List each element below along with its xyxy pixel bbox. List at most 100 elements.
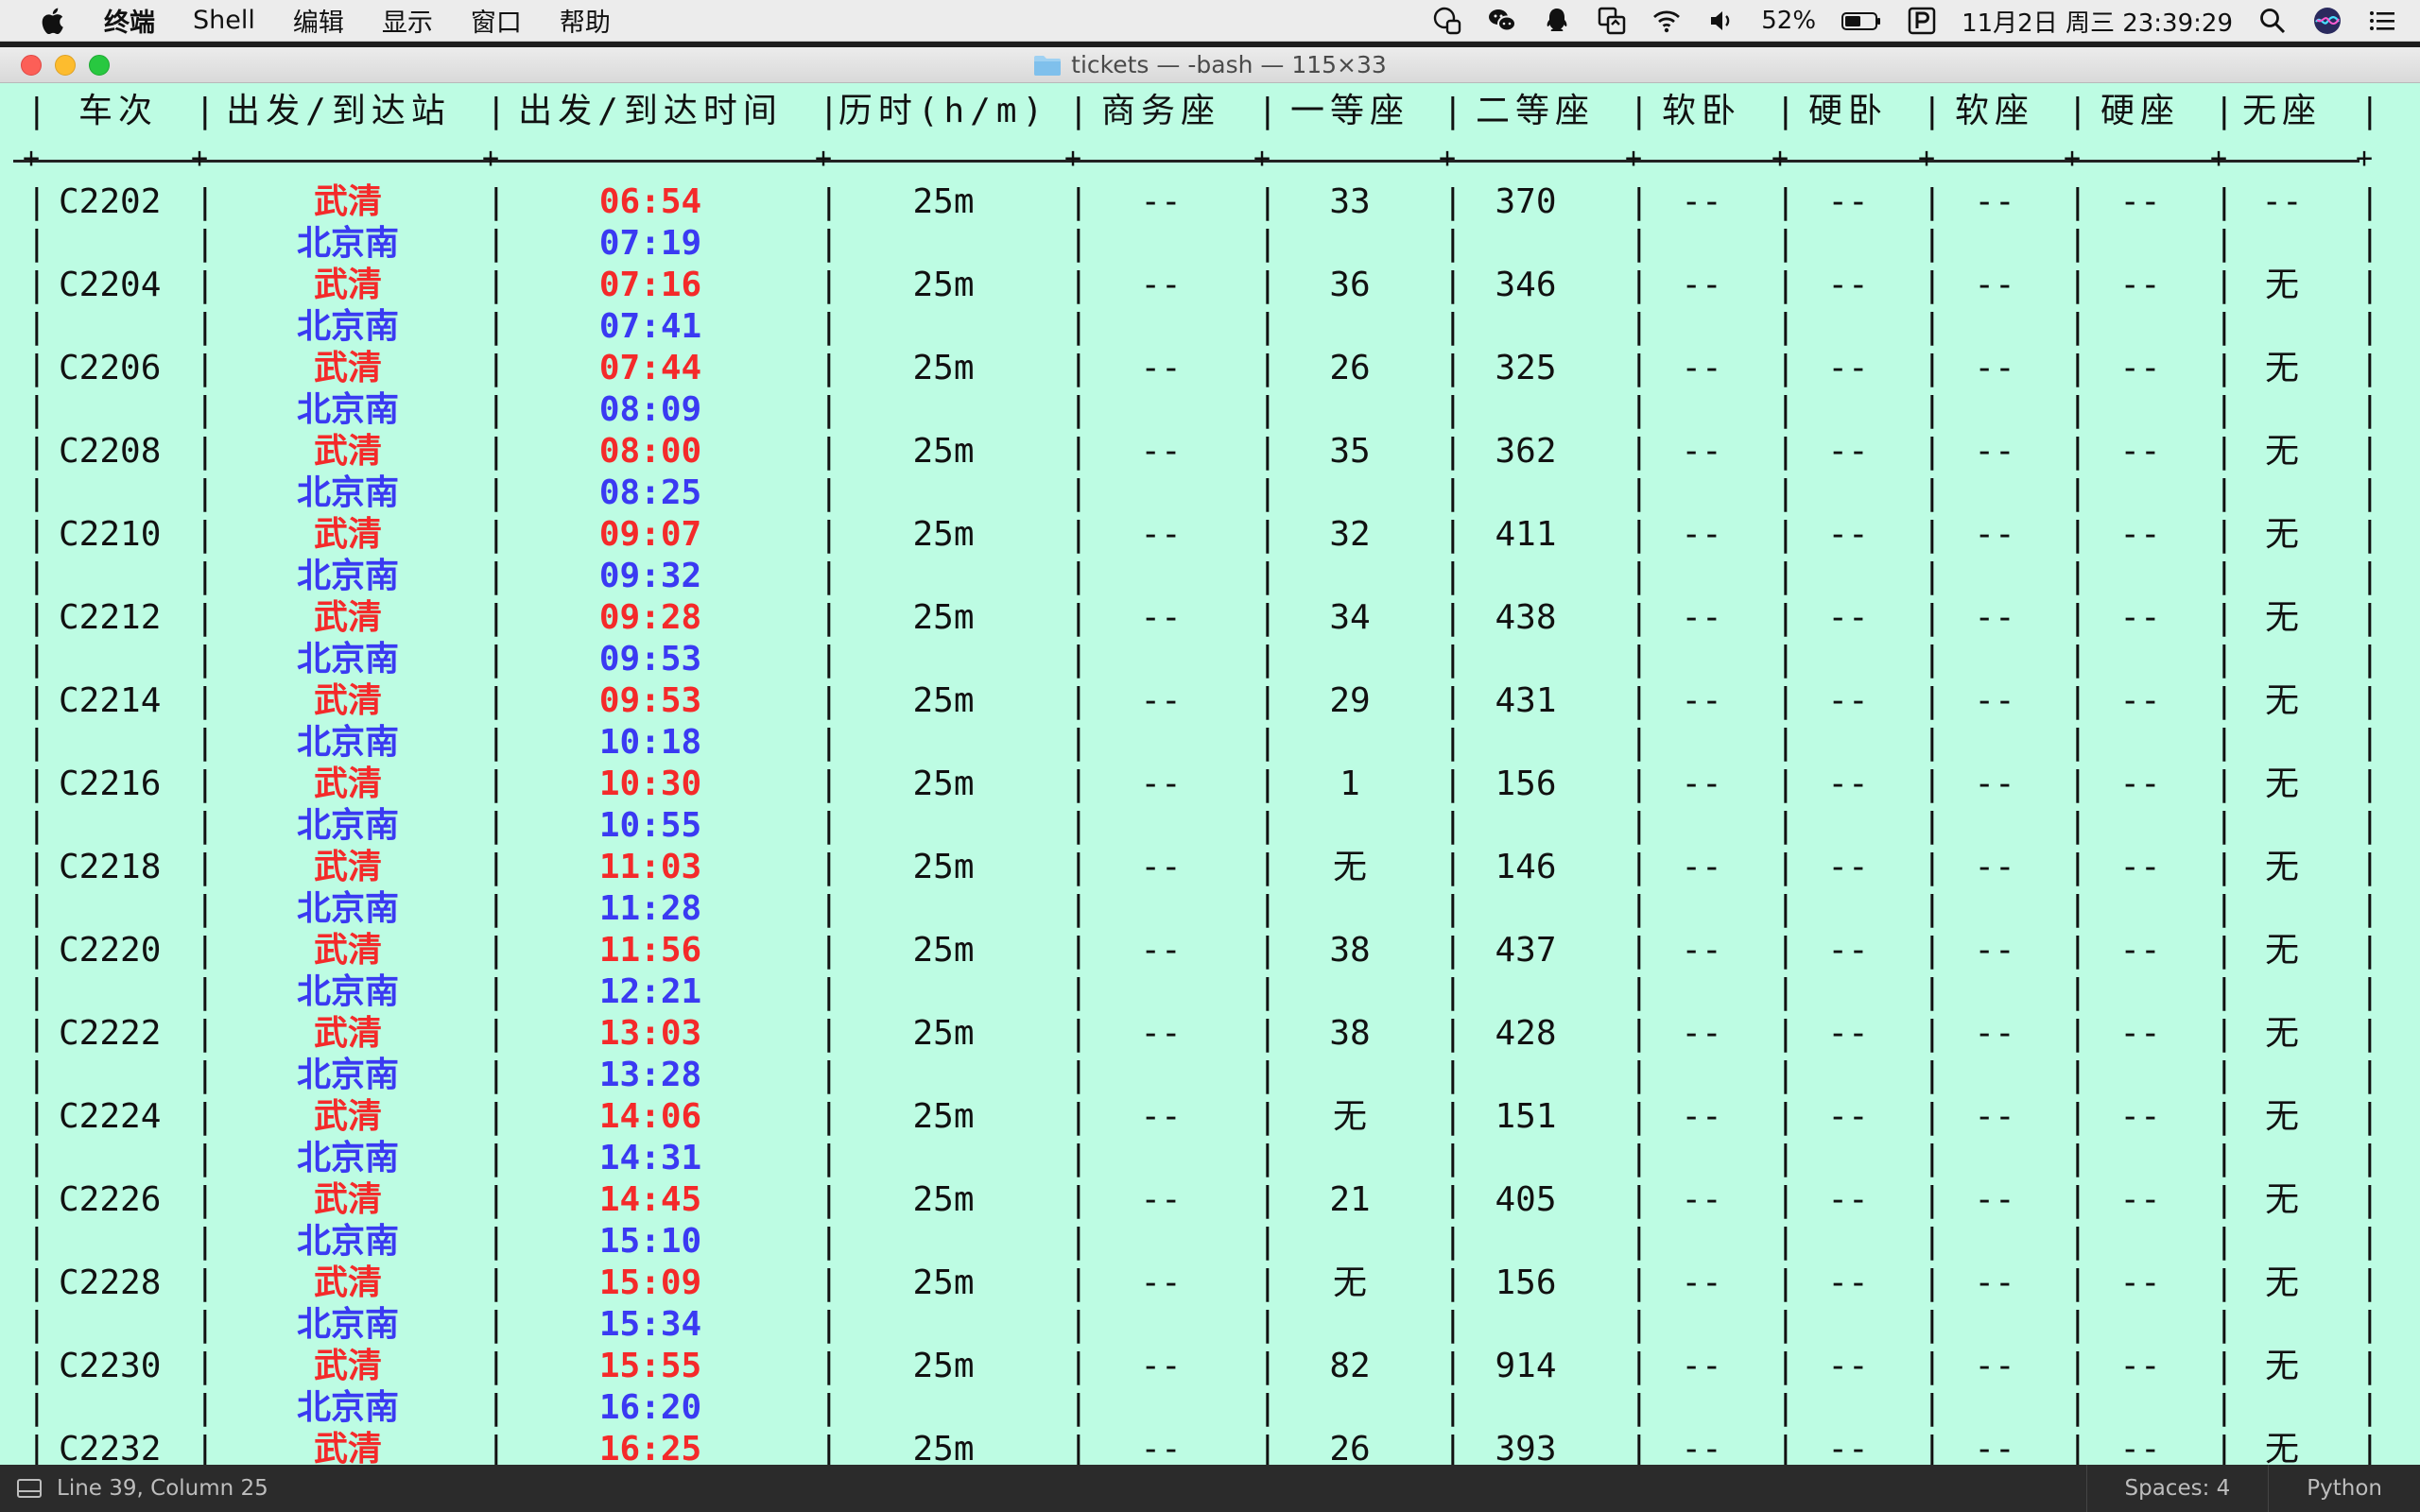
column-separator: | (1922, 681, 1943, 720)
column-separator: | (2214, 848, 2235, 886)
soft-sleeper-cell: -- (1681, 182, 1722, 221)
volume-icon[interactable] (1706, 6, 1737, 36)
column-separator: | (2067, 92, 2088, 130)
column-separator: | (2067, 1014, 2088, 1053)
table-row-arrival[interactable]: | | | | | | | | | | | | | 北京南 15:10 (0, 1221, 2420, 1263)
table-row-arrival[interactable]: | | | | | | | | | | | | | 北京南 15:34 (0, 1304, 2420, 1346)
table-row[interactable]: | | | | | | | | | | | | | C2206 武清 07:44 25m -- 26 325 -- -- -… (0, 348, 2420, 389)
menu-help[interactable]: 帮助 (560, 2, 611, 39)
table-row[interactable]: | | | | | | | | | | | | | C2210 武清 09:07 25m -- 32 411 -- -- -… (0, 514, 2420, 556)
table-row[interactable]: | | | | | | | | | | | | | C2208 武清 08:00 25m -- 35 362 -- -- -… (0, 431, 2420, 472)
column-separator: | (195, 848, 216, 886)
table-row-arrival[interactable]: | | | | | | | | | | | | | 北京南 08:09 (0, 389, 2420, 431)
soft-seat-cell: -- (1974, 931, 2015, 970)
table-row-arrival[interactable]: | | | | | | | | | | | | | 北京南 16:20 (0, 1387, 2420, 1429)
screen-share-icon[interactable] (1597, 6, 1627, 36)
column-separator: | (1257, 889, 1278, 928)
column-separator: | (26, 390, 47, 429)
minimize-button[interactable] (55, 55, 76, 76)
syntax-selector[interactable]: Python (2268, 1465, 2420, 1512)
table-row[interactable]: | | | | | | | | | | | | | C2224 武清 14:06 25m -- 无 151 -- -- --… (0, 1096, 2420, 1138)
table-row[interactable]: | | | | | | | | | | | | | C2220 武清 11:56 25m -- 38 437 -- -- -… (0, 930, 2420, 971)
menu-edit[interactable]: 编辑 (293, 2, 344, 39)
panel-toggle-icon[interactable] (17, 1479, 42, 1498)
terminal-output[interactable]: | | | | | | | | | | | | | 车次 出发/到达站 出发/到达时间 历时(h/m) 商务座 一等… (0, 83, 2420, 1512)
column-separator: | (1443, 806, 1463, 845)
header-station: 出发/到达站 (226, 92, 451, 130)
table-row-arrival[interactable]: | | | | | | | | | | | | | 北京南 11:28 (0, 888, 2420, 930)
menu-window[interactable]: 窗口 (471, 2, 522, 39)
duration-cell: 25m (912, 432, 975, 471)
column-separator: | (486, 266, 507, 304)
column-separator: | (195, 224, 216, 263)
column-separator: | (1922, 349, 1943, 387)
column-separator: | (1775, 1222, 1796, 1261)
table-row-arrival[interactable]: | | | | | | | | | | | | | 北京南 09:32 (0, 556, 2420, 597)
column-separator: | (2214, 557, 2235, 595)
column-separator: | (1922, 432, 1943, 471)
column-separator: | (1629, 1222, 1650, 1261)
table-row-arrival[interactable]: | | | | | | | | | | | | | 北京南 10:55 (0, 805, 2420, 847)
close-button[interactable] (21, 55, 42, 76)
soft-sleeper-cell: -- (1681, 848, 1722, 886)
menu-shell[interactable]: Shell (193, 6, 255, 35)
maximize-button[interactable] (89, 55, 110, 76)
column-separator: | (26, 307, 47, 346)
column-separator: | (26, 224, 47, 263)
time-cell: 14:45 (598, 1180, 702, 1219)
datetime[interactable]: 11月2日 周三 23:39:29 (1962, 4, 2233, 39)
table-row[interactable]: | | | | | | | | | | | | | C2226 武清 14:45 25m -- 21 405 -- -- -… (0, 1179, 2420, 1221)
column-separator: | (1257, 266, 1278, 304)
hard-seat-cell: -- (2119, 1097, 2161, 1136)
column-separator: | (1922, 1347, 1943, 1385)
table-row[interactable]: | | | | | | | | | | | | | C2216 武清 10:30 25m -- 1 156 -- -- --… (0, 764, 2420, 805)
table-row-arrival[interactable]: | | | | | | | | | | | | | 北京南 08:25 (0, 472, 2420, 514)
table-row[interactable]: | | | | | | | | | | | | | C2228 武清 15:09 25m -- 无 156 -- -- --… (0, 1263, 2420, 1304)
column-separator: | (2360, 765, 2380, 803)
table-row[interactable]: | | | | | | | | | | | | | C2214 武清 09:53 25m -- 29 431 -- -- -… (0, 680, 2420, 722)
table-row-arrival[interactable]: | | | | | | | | | | | | | 北京南 07:41 (0, 306, 2420, 348)
siri-icon[interactable] (2312, 6, 2342, 36)
station-cell: 武清 (313, 515, 383, 554)
table-row-arrival[interactable]: | | | | | | | | | | | | | 北京南 13:28 (0, 1055, 2420, 1096)
table-row-arrival[interactable]: | | | | | | | | | | | | | 北京南 09:53 (0, 639, 2420, 680)
table-row[interactable]: | | | | | | | | | | | | | C2222 武清 13:03 25m -- 38 428 -- -- -… (0, 1013, 2420, 1055)
table-row[interactable]: | | | | | | | | | | | | | C2230 武清 15:55 25m -- 82 914 -- -- -… (0, 1346, 2420, 1387)
column-separator: | (1068, 515, 1089, 554)
wechat-icon[interactable] (1487, 6, 1517, 36)
column-separator: | (2214, 1097, 2235, 1136)
second-class-seat-cell: 405 (1495, 1180, 1557, 1219)
column-separator: | (26, 1222, 47, 1261)
p-icon[interactable] (1907, 6, 1937, 36)
list-icon[interactable] (2367, 6, 2397, 36)
column-separator: | (1443, 432, 1463, 471)
column-separator: | (1257, 1139, 1278, 1177)
column-separator: | (1068, 1347, 1089, 1385)
table-row[interactable]: | | | | | | | | | | | | | C2204 武清 07:16 25m -- 36 346 -- -- -… (0, 265, 2420, 306)
first-class-seat-cell: 无 (1332, 1097, 1368, 1136)
column-separator: | (1068, 1014, 1089, 1053)
table-row[interactable]: | | | | | | | | | | | | | C2212 武清 09:28 25m -- 34 438 -- -- -… (0, 597, 2420, 639)
indentation-setting[interactable]: Spaces: 4 (2085, 1465, 2269, 1512)
table-row[interactable]: | | | | | | | | | | | | | C2218 武清 11:03 25m -- 无 146 -- -- --… (0, 847, 2420, 888)
search-icon[interactable] (2257, 6, 2288, 36)
second-class-seat-cell: 431 (1495, 681, 1557, 720)
column-separator: | (2360, 349, 2380, 387)
title-bar[interactable]: tickets — -bash — 115×33 (0, 47, 2420, 83)
table-row-arrival[interactable]: | | | | | | | | | | | | | 北京南 14:31 (0, 1138, 2420, 1179)
wifi-icon[interactable] (1651, 6, 1682, 36)
table-row-arrival[interactable]: | | | | | | | | | | | | | 北京南 10:18 (0, 722, 2420, 764)
table-row-arrival[interactable]: | | | | | | | | | | | | | 北京南 12:21 (0, 971, 2420, 1013)
status-right: Spaces: 4 Python (2085, 1465, 2420, 1512)
battery-icon[interactable] (1841, 6, 1882, 36)
table-row[interactable]: | | | | | | | | | | | | | C2202 武清 06:54 25m -- 33 370 -- -- -… (0, 181, 2420, 223)
table-row-arrival[interactable]: | | | | | | | | | | | | | 北京南 07:19 (0, 223, 2420, 265)
column-separator: | (2360, 1139, 2380, 1177)
quote-icon[interactable] (1432, 6, 1462, 36)
apple-icon[interactable] (38, 5, 70, 37)
column-separator: | (819, 972, 839, 1011)
menu-view[interactable]: 显示 (382, 2, 433, 39)
menu-app-name[interactable]: 终端 (104, 2, 155, 39)
qq-icon[interactable] (1542, 6, 1572, 36)
column-separator: | (1257, 1097, 1278, 1136)
